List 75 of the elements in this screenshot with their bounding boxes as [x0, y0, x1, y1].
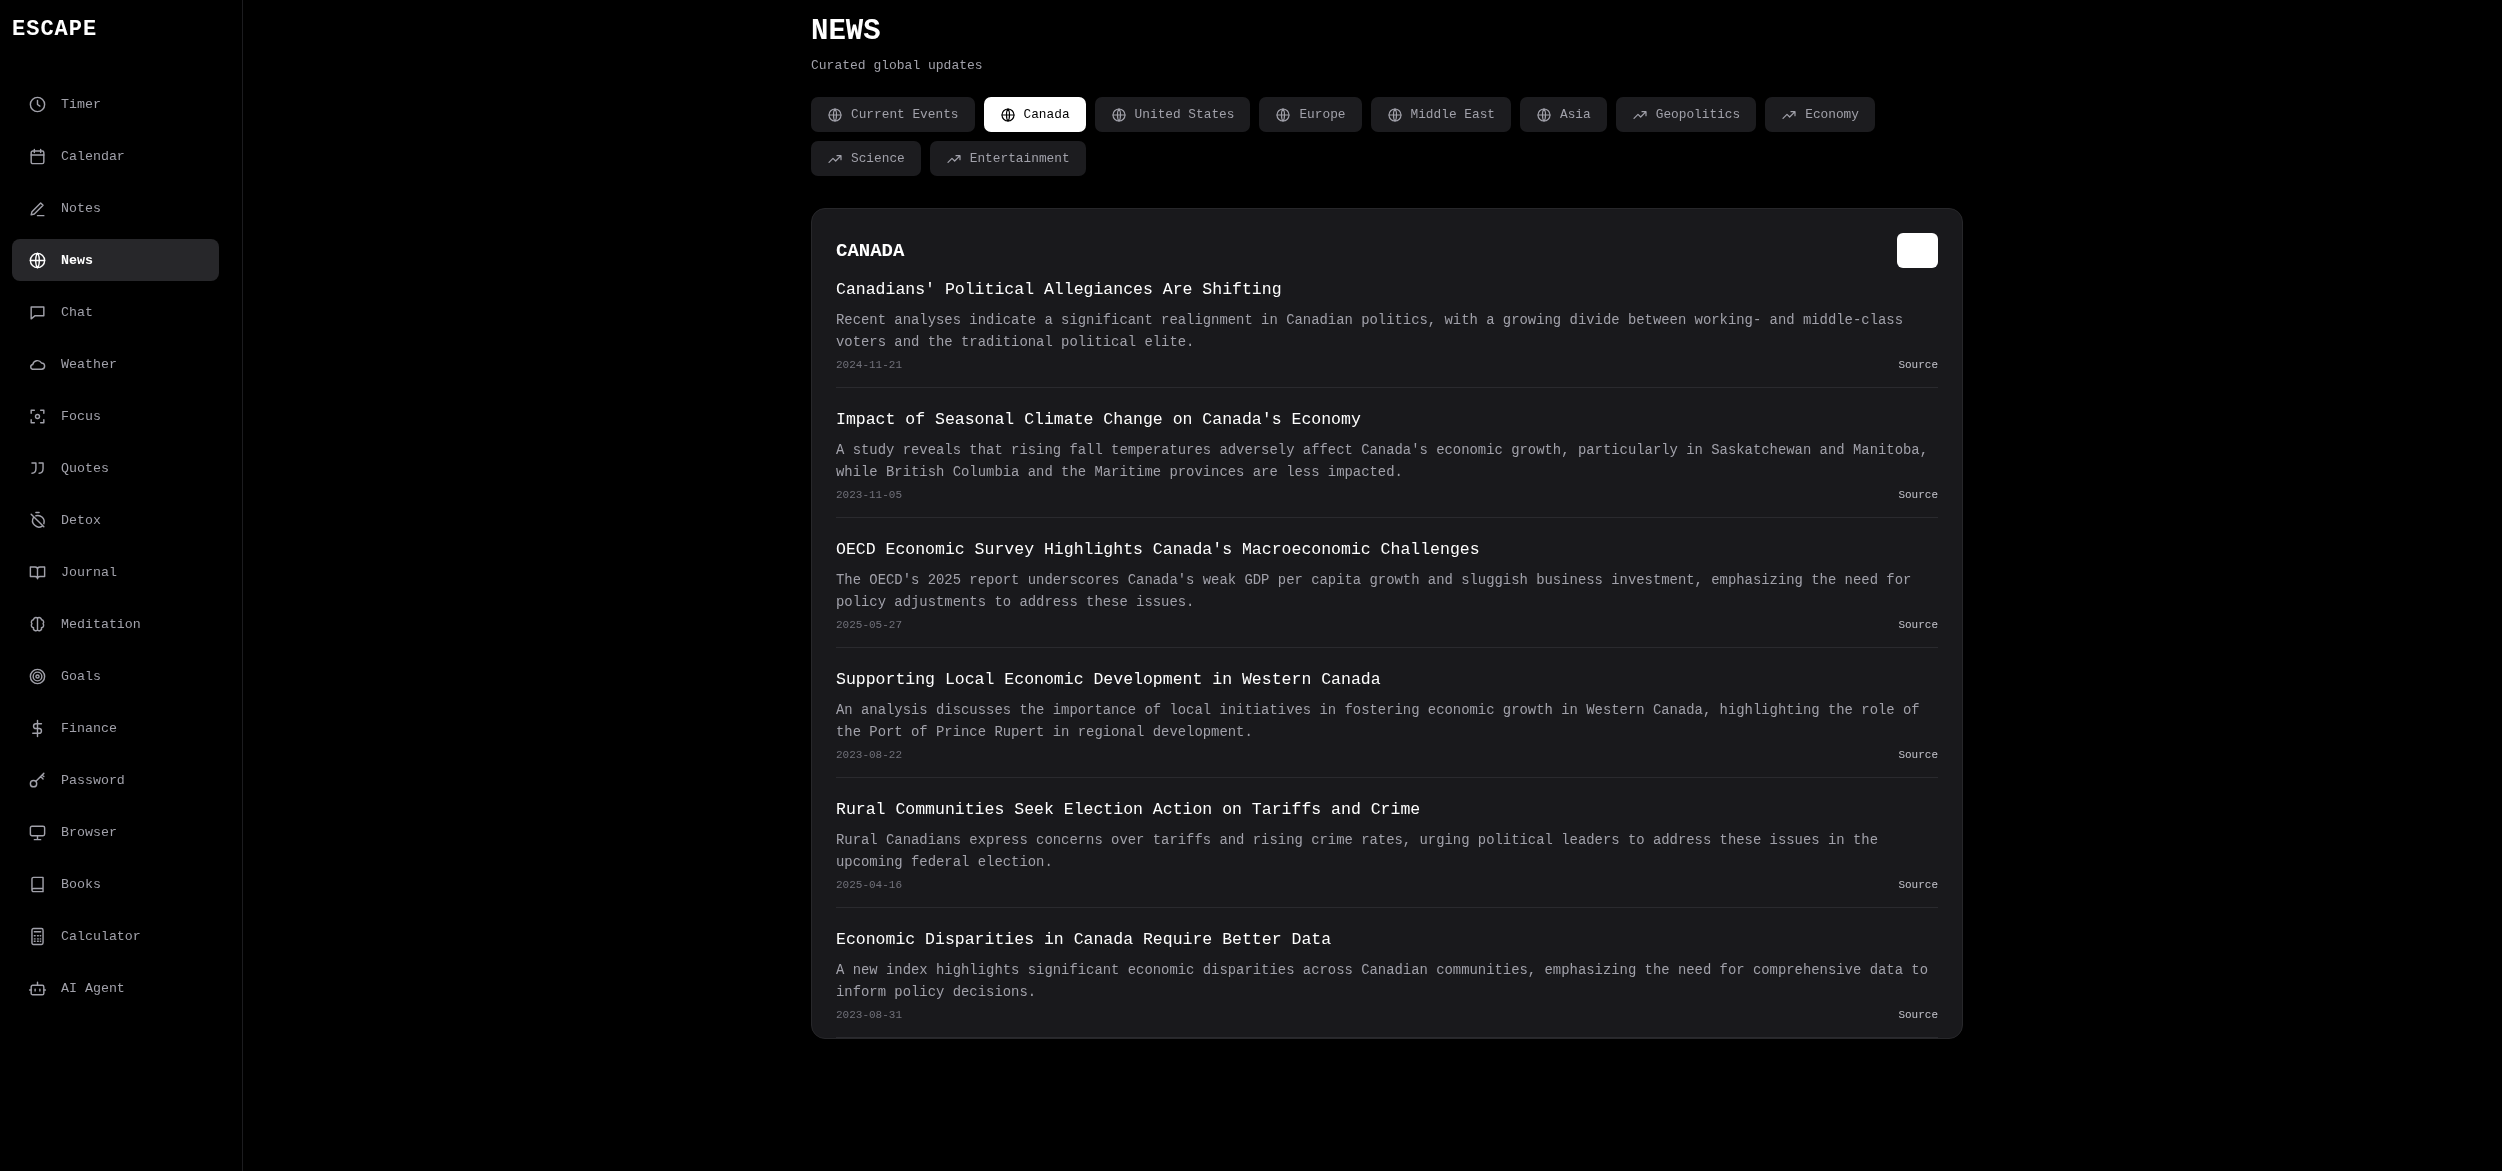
- article-title[interactable]: Impact of Seasonal Climate Change on Canada's Economy: [836, 410, 1938, 429]
- article-title[interactable]: Supporting Local Economic Development in Western Canada: [836, 670, 1938, 689]
- source-link[interactable]: Source: [1898, 489, 1938, 501]
- page-title: NEWS: [811, 16, 882, 48]
- sidebar-item[interactable]: AI Agent: [12, 967, 219, 1009]
- sidebar-item[interactable]: Weather: [12, 343, 219, 385]
- article-date: 2025-04-16: [836, 879, 902, 891]
- source-link[interactable]: Source: [1898, 619, 1938, 631]
- sidebar-item[interactable]: Timer: [12, 83, 219, 125]
- globe-icon: [1110, 106, 1127, 123]
- article-summary: A study reveals that rising fall temperatures adversely affect Canada's economic growth, particularly in Saskatchewan and Manitoba, while British Columbia and the Maritime provinces are less impacted.: [836, 441, 1929, 482]
- article-title[interactable]: OECD Economic Survey Highlights Canada's Macroeconomic Challenges: [836, 540, 1938, 559]
- category-tab[interactable]: United States: [1094, 97, 1251, 132]
- sidebar-item[interactable]: Finance: [12, 707, 219, 749]
- globe-icon: [1386, 106, 1403, 123]
- category-tab[interactable]: Science: [811, 141, 921, 176]
- brain-icon: [28, 614, 47, 634]
- sidebar-item[interactable]: Detox: [12, 499, 219, 541]
- source-link[interactable]: Source: [1898, 879, 1938, 891]
- sidebar-item[interactable]: Notes: [12, 187, 219, 229]
- article-date: 2023-08-31: [836, 1009, 902, 1021]
- robot-icon: [28, 978, 47, 998]
- article-summary: An analysis discusses the importance of local initiatives in fostering economic growth in Western Canada, highlighting the role of the Port of Prince Rupert in regional development.: [836, 701, 1921, 742]
- category-tab[interactable]: Entertainment: [929, 141, 1086, 176]
- article-date: 2023-11-05: [836, 489, 902, 501]
- category-tab[interactable]: Economy: [1765, 97, 1875, 132]
- globe-icon: [28, 250, 47, 270]
- article-summary: The OECD's 2025 report underscores Canada's weak GDP per capita growth and sluggish business investment, emphasizing the need for policy adjustments to address these issues.: [836, 571, 1913, 612]
- category-tab[interactable]: Asia: [1520, 97, 1607, 132]
- sidebar-item[interactable]: Chat: [12, 291, 219, 333]
- target-icon: [28, 666, 47, 686]
- article-summary: A new index highlights significant economic disparities across Canadian communities, emphasizing the need for comprehensive data to inform policy decisions.: [836, 961, 1929, 1002]
- calculator-icon: [28, 926, 47, 946]
- category-tab[interactable]: Middle East: [1370, 97, 1511, 132]
- category-tab[interactable]: Current Events: [811, 97, 975, 132]
- article-date: 2024-11-21: [836, 359, 902, 371]
- sidebar-item[interactable]: Meditation: [12, 603, 219, 645]
- article-date: 2025-05-27: [836, 619, 902, 631]
- sidebar-item[interactable]: Focus: [12, 395, 219, 437]
- sidebar-item[interactable]: Quotes: [12, 447, 219, 489]
- calendar-icon: [28, 146, 47, 166]
- focus-icon: [28, 406, 47, 426]
- article-title[interactable]: Economic Disparities in Canada Require Better Data: [836, 930, 1938, 949]
- key-icon: [28, 770, 47, 790]
- sidebar-item[interactable]: News: [12, 239, 219, 281]
- globe-icon: [1536, 106, 1552, 123]
- article-title[interactable]: Rural Communities Seek Election Action on Tariffs and Crime: [836, 800, 1938, 819]
- article-summary: Recent analyses indicate a significant realignment in Canadian politics, with a growing divide between working- and middle-class voters and the traditional political elite.: [836, 311, 1904, 352]
- sidebar-item[interactable]: Journal: [12, 551, 219, 593]
- sidebar-item[interactable]: Browser: [12, 811, 219, 853]
- source-link[interactable]: Source: [1898, 1009, 1938, 1021]
- article-summary: Rural Canadians express concerns over tariffs and rising crime rates, urging political leaders to address these issues in the upcoming federal election.: [836, 831, 1879, 872]
- clock-icon: [28, 94, 47, 114]
- globe-icon: [827, 106, 843, 123]
- category-tab[interactable]: Canada: [983, 97, 1086, 132]
- section-title: CANADA: [836, 239, 905, 262]
- blank-button[interactable]: [1897, 233, 1938, 268]
- article-title[interactable]: Canadians' Political Allegiances Are Shifting: [836, 280, 1938, 299]
- source-link[interactable]: Source: [1898, 749, 1938, 761]
- page-subtitle: Curated global updates: [811, 58, 984, 73]
- sidebar-item[interactable]: Books: [12, 863, 219, 905]
- sidebar-item[interactable]: Password: [12, 759, 219, 801]
- sidebar-item[interactable]: Calendar: [12, 135, 219, 177]
- category-tab[interactable]: Geopolitics: [1615, 97, 1757, 132]
- globe-icon: [999, 106, 1016, 123]
- timer-off-icon: [28, 510, 47, 530]
- sidebar-item[interactable]: Calculator: [12, 915, 219, 957]
- source-link[interactable]: Source: [1898, 359, 1938, 371]
- sidebar-item[interactable]: Goals: [12, 655, 219, 697]
- monitor-icon: [28, 822, 47, 842]
- category-tab[interactable]: Europe: [1259, 97, 1362, 132]
- globe-icon: [1275, 106, 1292, 123]
- book-icon: [28, 874, 47, 894]
- article-date: 2023-08-22: [836, 749, 902, 761]
- app-logo: ESCAPE: [12, 16, 99, 44]
